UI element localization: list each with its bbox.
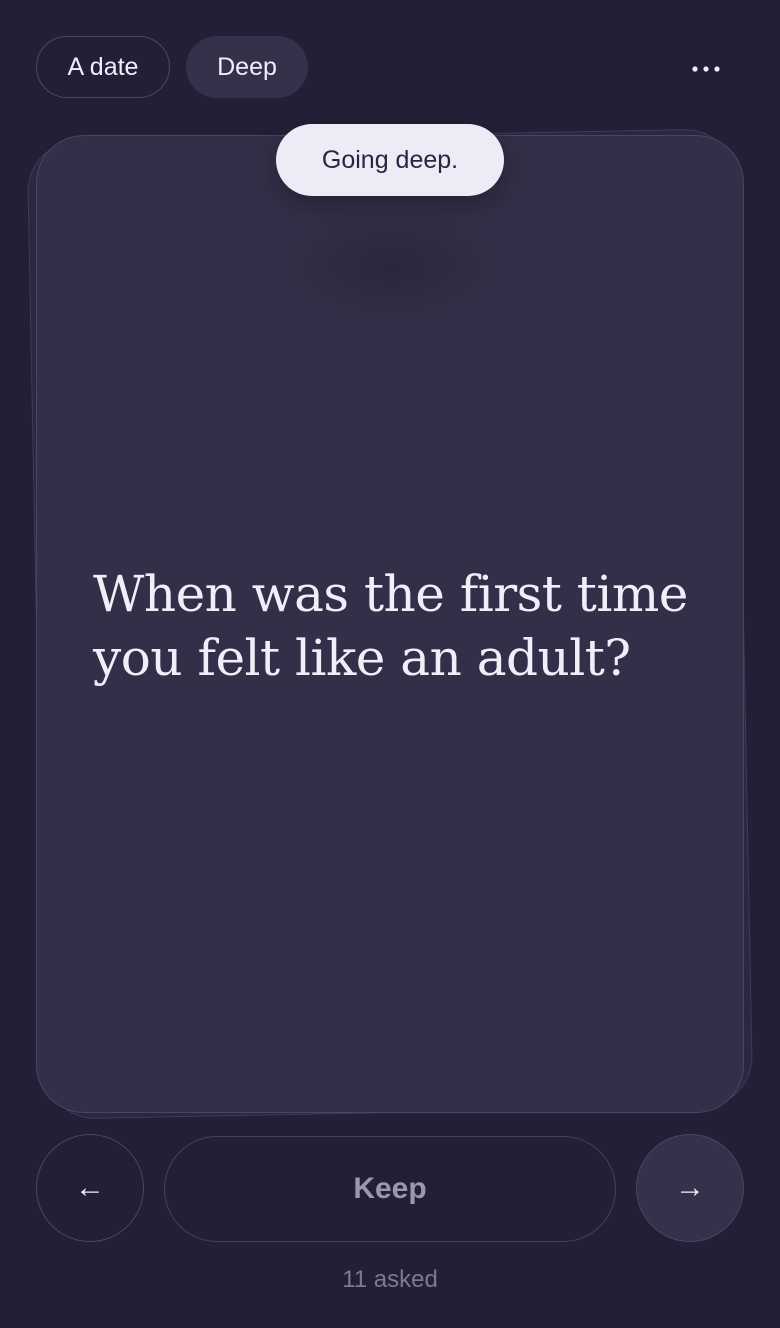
arrow-right-icon: → [675,1171,705,1204]
context-chip[interactable]: A date [36,36,170,98]
card-glow [277,206,507,326]
question-card-stack[interactable]: When was the first time you felt like an… [26,128,754,1120]
arrow-left-icon: ← [75,1171,105,1204]
keep-button[interactable]: Keep [164,1136,616,1242]
more-horizontal-icon [691,65,721,73]
context-chip-label: A date [67,52,139,81]
keep-button-label: Keep [353,1172,427,1205]
previous-button[interactable]: ← [36,1134,144,1242]
mode-chip[interactable]: Deep [186,36,308,98]
toast-text: Going deep. [321,145,459,174]
more-menu-button[interactable] [680,50,732,88]
mode-toast: Going deep. [276,124,504,196]
next-button[interactable]: → [636,1134,744,1242]
question-card[interactable]: When was the first time you felt like an… [36,135,744,1113]
mode-chip-label: Deep [217,52,277,81]
asked-count: 11 asked [342,1266,438,1293]
question-text: When was the first time you felt like an… [93,565,688,687]
